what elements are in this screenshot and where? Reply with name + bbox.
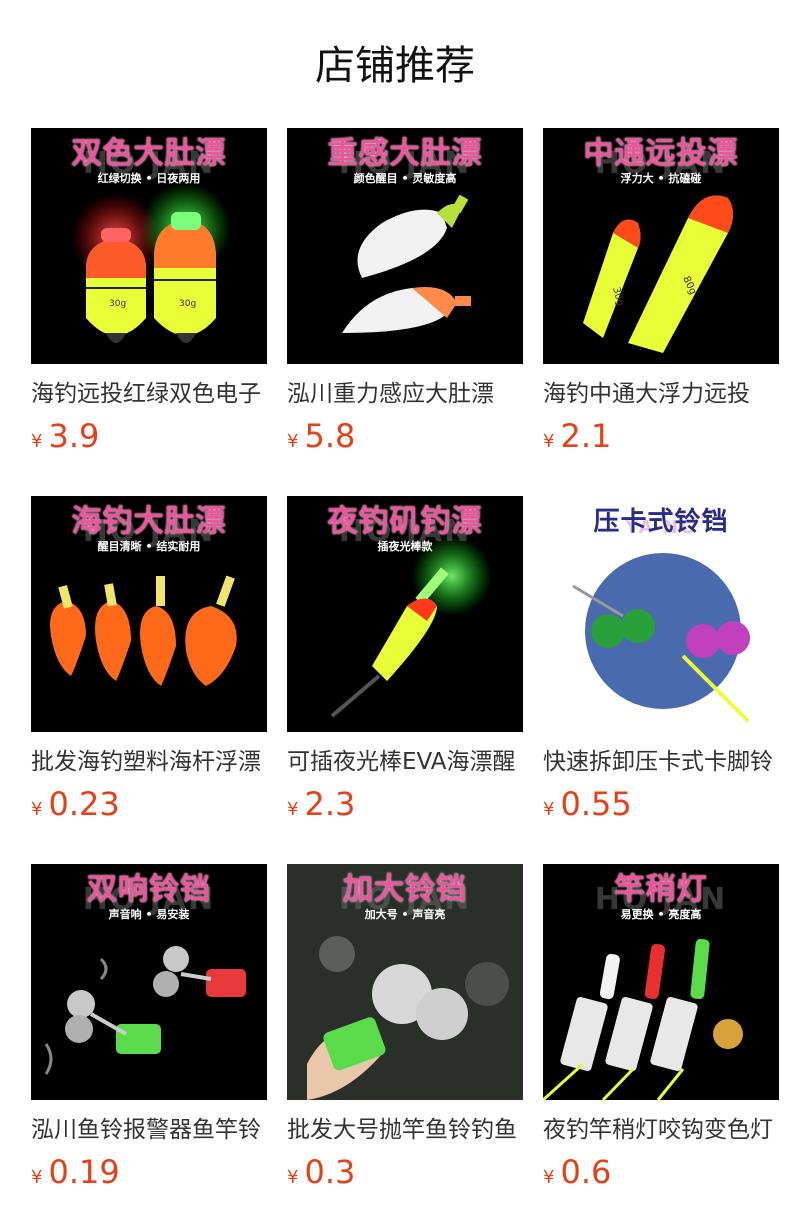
svg-text:30g: 30g [179,299,196,309]
currency-symbol: ¥ [31,431,43,452]
product-image[interactable]: HO JAN 重感大肚漂 颜色醒目 • 灵敏度高 [287,128,523,364]
product-name[interactable]: 泓川鱼铃报警器鱼竿铃 [31,1112,267,1148]
product-price: ¥3.9 [31,416,99,456]
product-image[interactable]: HO JAN 竿稍灯 易更换 • 亮度高 [543,864,779,1100]
product-price: ¥0.23 [31,784,120,824]
product-image[interactable]: HO JAN 夜钓矶钓漂 插夜光棒款 [287,496,523,732]
product-card[interactable]: HO JAN 夜钓矶钓漂 插夜光棒款 可插夜光棒EVA海漂醒 ¥2.3 [287,496,523,836]
product-name[interactable]: 夜钓竿稍灯咬钩变色灯 [543,1112,779,1148]
image-banner-title: 双响铃铛 [87,872,211,907]
image-banner-title: 重感大肚漂 [327,136,483,171]
image-banner-title: 加大铃铛 [343,872,467,907]
product-price: ¥0.19 [31,1152,120,1192]
currency-symbol: ¥ [287,1167,299,1188]
price-value: 0.3 [304,1153,356,1191]
price-value: 0.55 [560,785,632,823]
product-name[interactable]: 批发海钓塑料海杆浮漂 [31,744,267,780]
price-value: 0.23 [48,785,120,823]
image-banner-subtitle: 插夜光棒款 [377,540,433,553]
product-card[interactable]: HO JAN 重感大肚漂 颜色醒目 • 灵敏度高 泓川重力感应大肚漂 ¥5.8 [287,128,523,468]
product-image[interactable]: 30g 80g HO JAN 中通远投漂 浮力大 • 抗磕碰 [543,128,779,364]
image-banner-title: 竿稍灯 [614,872,708,907]
image-banner-subtitle: 红绿切换 • 日夜两用 [97,172,201,185]
image-banner-subtitle: 声音响 • 易安装 [108,908,190,921]
product-price: ¥0.55 [543,784,632,824]
product-image[interactable]: YA NG 压卡式铃铛 [543,496,779,732]
currency-symbol: ¥ [543,431,555,452]
product-card[interactable]: HO JAN 竿稍灯 易更换 • 亮度高 夜钓竿稍灯咬钩变色灯 ¥0.6 [543,864,779,1204]
product-image[interactable]: HO JAN 海钓大肚漂 醒目清晰 • 结实耐用 [31,496,267,732]
product-price: ¥5.8 [287,416,355,456]
product-card[interactable]: 30g 30g HO JAN 双色大肚漂 红绿切换 • 日夜两用 海钓远投红绿双… [31,128,267,468]
product-card[interactable]: YA NG 压卡式铃铛 快速拆卸压卡式卡脚铃 ¥0.55 [543,496,779,836]
product-price: ¥2.1 [543,416,611,456]
product-price: ¥2.3 [287,784,355,824]
image-banner-subtitle: 颜色醒目 • 灵敏度高 [353,172,457,185]
price-value: 5.8 [304,417,356,455]
product-card[interactable]: HO JAN 海钓大肚漂 醒目清晰 • 结实耐用 批发海钓塑料海杆浮漂 ¥0.2… [31,496,267,836]
image-banner-subtitle: 加大号 • 声音亮 [364,908,446,921]
product-name[interactable]: 海钓中通大浮力远投 [543,376,779,412]
price-value: 0.19 [48,1153,120,1191]
product-name[interactable]: 批发大号抛竿鱼铃钓鱼 [287,1112,523,1148]
image-banner-title: 压卡式铃铛 [593,507,729,537]
svg-text:30g: 30g [109,299,126,309]
image-banner-subtitle: 浮力大 • 抗磕碰 [620,172,702,185]
image-banner-subtitle: 易更换 • 亮度高 [620,908,702,921]
page-title: 店铺推荐 [315,43,475,89]
currency-symbol: ¥ [543,799,555,820]
product-price: ¥0.6 [543,1152,611,1192]
currency-symbol: ¥ [287,431,299,452]
image-banner-title: 双色大肚漂 [71,136,227,171]
currency-symbol: ¥ [31,1167,43,1188]
product-image[interactable]: HO JAN 双响铃铛 声音响 • 易安装 [31,864,267,1100]
image-banner-subtitle: 醒目清晰 • 结实耐用 [97,540,201,553]
product-price: ¥0.3 [287,1152,355,1192]
product-image[interactable]: 30g 30g HO JAN 双色大肚漂 红绿切换 • 日夜两用 [31,128,267,364]
store-recommendation-page: 店铺推荐 30g 30g HO JAN 双色大肚漂 红绿切换 • 日夜两用 海钓… [0,0,790,1232]
product-card[interactable]: HO JAN 双响铃铛 声音响 • 易安装 泓川鱼铃报警器鱼竿铃 ¥0.19 [31,864,267,1204]
image-banner-title: 中通远投漂 [583,136,739,171]
price-value: 3.9 [48,417,100,455]
product-name[interactable]: 可插夜光棒EVA海漂醒 [287,744,523,780]
currency-symbol: ¥ [287,799,299,820]
price-value: 2.3 [304,785,356,823]
product-name[interactable]: 泓川重力感应大肚漂 [287,376,523,412]
product-card[interactable]: 30g 80g HO JAN 中通远投漂 浮力大 • 抗磕碰 海钓中通大浮力远投… [543,128,779,468]
product-card[interactable]: HO JAN 加大铃铛 加大号 • 声音亮 批发大号抛竿鱼铃钓鱼 ¥0.3 [287,864,523,1204]
currency-symbol: ¥ [543,1167,555,1188]
image-banner-title: 海钓大肚漂 [71,504,227,539]
currency-symbol: ¥ [31,799,43,820]
product-name[interactable]: 海钓远投红绿双色电子 [31,376,267,412]
product-image[interactable]: HO JAN 加大铃铛 加大号 • 声音亮 [287,864,523,1100]
price-value: 0.6 [560,1153,612,1191]
price-value: 2.1 [560,417,612,455]
product-name[interactable]: 快速拆卸压卡式卡脚铃 [543,744,779,780]
image-banner-title: 夜钓矶钓漂 [327,504,483,539]
